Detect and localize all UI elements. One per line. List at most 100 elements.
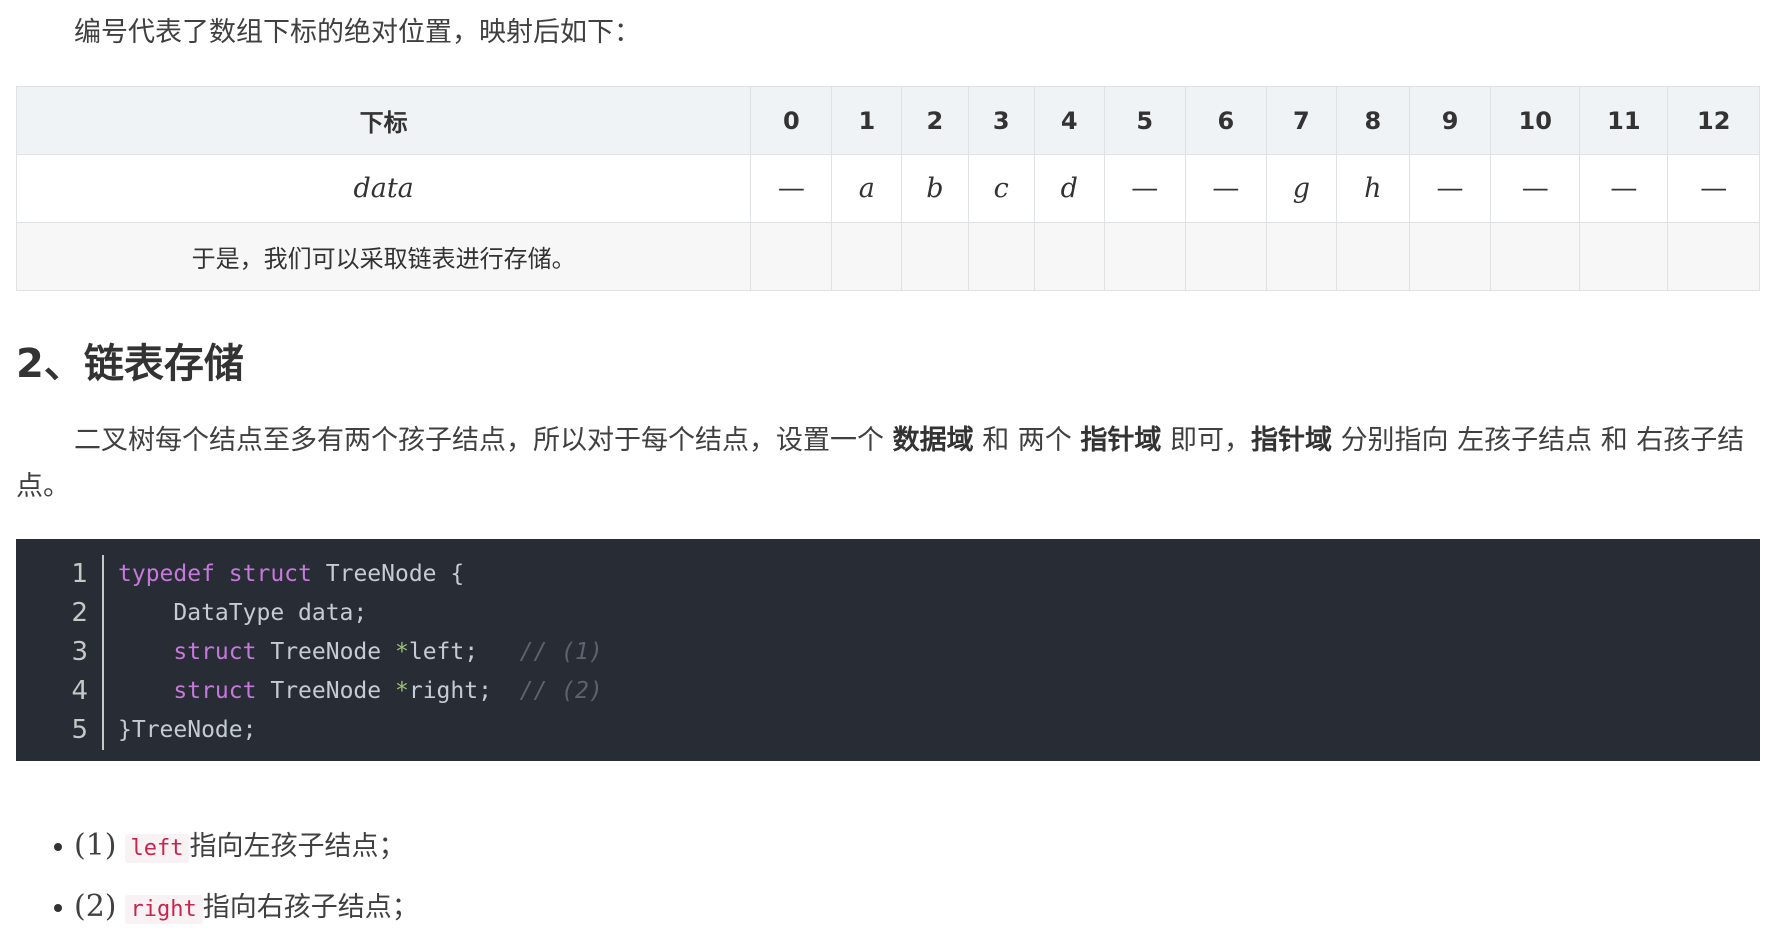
empty-cell bbox=[967, 222, 1035, 291]
code-identifier: TreeNode { bbox=[325, 561, 465, 587]
data-cell: b bbox=[901, 154, 969, 223]
code-text: }TreeNode; bbox=[118, 717, 257, 743]
empty-cell bbox=[1266, 222, 1337, 291]
data-cell: c bbox=[967, 154, 1035, 223]
code-text: struct TreeNode *right; // (2) bbox=[104, 672, 603, 711]
code-block: 1 typedef struct TreeNode { 2 DataType d… bbox=[16, 539, 1760, 761]
table-header-row: 下标 0 1 2 3 4 5 6 7 8 9 10 11 12 bbox=[15, 86, 1760, 155]
empty-cell bbox=[750, 222, 833, 291]
data-value: — bbox=[1521, 173, 1549, 204]
code-comment: // (2) bbox=[519, 678, 603, 704]
empty-cell bbox=[1103, 222, 1186, 291]
line-number: 2 bbox=[16, 594, 104, 633]
empty-cell bbox=[901, 222, 969, 291]
note-cell: 于是，我们可以采取链表进行存储。 bbox=[15, 222, 752, 291]
data-cell: — bbox=[1408, 154, 1492, 223]
data-value: — bbox=[1700, 173, 1728, 204]
paragraph-text: 和 两个 bbox=[982, 425, 1072, 456]
code-comment: // (1) bbox=[519, 639, 603, 665]
index-mapping-table: 下标 0 1 2 3 4 5 6 7 8 9 10 11 12 data — a bbox=[15, 86, 1760, 291]
empty-cell bbox=[831, 222, 903, 291]
line-number: 5 bbox=[16, 711, 104, 750]
item-text: 指向右孩子结点； bbox=[202, 892, 419, 923]
data-value: d bbox=[1060, 173, 1078, 204]
item-number: (1) bbox=[74, 828, 117, 863]
code-line: 1 typedef struct TreeNode { bbox=[16, 555, 1760, 594]
data-cell: d bbox=[1033, 154, 1105, 223]
data-cell: g bbox=[1266, 154, 1337, 223]
item-number: (2) bbox=[74, 889, 117, 924]
data-value: — bbox=[777, 173, 805, 204]
code-line: 2 DataType data; bbox=[16, 594, 1760, 633]
section-heading: 2、链表存储 bbox=[16, 341, 244, 387]
data-value: h bbox=[1364, 173, 1382, 204]
line-number: 3 bbox=[16, 633, 104, 672]
data-value: a bbox=[858, 173, 875, 204]
data-label-cell: data bbox=[15, 154, 752, 223]
empty-cell bbox=[1667, 222, 1760, 291]
code-text: DataType data; bbox=[118, 600, 368, 626]
index-cell: 10 bbox=[1490, 86, 1581, 155]
data-cell: — bbox=[750, 154, 833, 223]
table-note: 于是，我们可以采取链表进行存储。 bbox=[191, 245, 576, 273]
bold-term: 指针域 bbox=[1250, 425, 1332, 456]
empty-cell bbox=[1335, 222, 1410, 291]
paragraph-text: 即可， bbox=[1169, 425, 1251, 456]
data-cell: — bbox=[1490, 154, 1581, 223]
data-value: g bbox=[1292, 173, 1311, 204]
data-cell: h bbox=[1335, 154, 1410, 223]
index-cell: 4 bbox=[1033, 86, 1105, 155]
code-line: 5 }TreeNode; bbox=[16, 711, 1760, 750]
empty-cell bbox=[1579, 222, 1669, 291]
data-value: — bbox=[1131, 173, 1159, 204]
code-identifier: left; bbox=[408, 639, 479, 665]
item-text: 指向左孩子结点； bbox=[189, 831, 406, 862]
line-number: 1 bbox=[16, 555, 104, 594]
code-line: 4 struct TreeNode *right; // (2) bbox=[16, 672, 1760, 711]
data-cell: — bbox=[1667, 154, 1760, 223]
code-keyword: struct bbox=[173, 678, 257, 704]
header-label: 下标 bbox=[15, 86, 752, 155]
data-cell: — bbox=[1103, 154, 1186, 223]
code-keyword: struct bbox=[228, 561, 312, 587]
index-cell: 3 bbox=[967, 86, 1035, 155]
intro-paragraph: 编号代表了数组下标的绝对位置，映射后如下： bbox=[74, 17, 641, 48]
data-value: — bbox=[1610, 173, 1638, 204]
data-value: — bbox=[1212, 173, 1240, 204]
data-cell: — bbox=[1579, 154, 1669, 223]
index-cell: 6 bbox=[1184, 86, 1268, 155]
index-cell: 2 bbox=[901, 86, 969, 155]
code-text: struct TreeNode *left; // (1) bbox=[104, 633, 603, 672]
index-cell: 7 bbox=[1266, 86, 1337, 155]
bold-term: 指针域 bbox=[1080, 425, 1162, 456]
index-cell: 8 bbox=[1335, 86, 1410, 155]
code-type: TreeNode bbox=[270, 639, 382, 665]
data-value: c bbox=[993, 173, 1009, 204]
data-value: b bbox=[926, 173, 944, 204]
code-pointer: * bbox=[394, 639, 409, 665]
empty-cell bbox=[1408, 222, 1492, 291]
code-identifier: right; bbox=[408, 678, 492, 704]
data-value: — bbox=[1436, 173, 1464, 204]
data-label: data bbox=[353, 173, 414, 204]
line-number: 4 bbox=[16, 672, 104, 711]
inline-code: left bbox=[124, 834, 190, 863]
data-cell: — bbox=[1184, 154, 1268, 223]
paragraph-text: 二叉树每个结点至多有两个孩子结点，所以对于每个结点，设置一个 bbox=[74, 425, 884, 456]
bold-term: 数据域 bbox=[892, 425, 974, 456]
code-type: TreeNode bbox=[270, 678, 382, 704]
code-keyword: struct bbox=[173, 639, 257, 665]
data-cell: a bbox=[831, 154, 903, 223]
body-paragraph: 二叉树每个结点至多有两个孩子结点，所以对于每个结点，设置一个 数据域 和 两个 … bbox=[16, 418, 1760, 510]
index-cell: 9 bbox=[1408, 86, 1492, 155]
code-keyword: typedef bbox=[118, 561, 215, 587]
empty-cell bbox=[1184, 222, 1268, 291]
index-cell: 11 bbox=[1579, 86, 1669, 155]
index-cell: 12 bbox=[1667, 86, 1760, 155]
table-row: data — a b c d — — g h — — — — bbox=[15, 154, 1760, 223]
empty-cell bbox=[1490, 222, 1581, 291]
bullet-list: (1) left 指向左孩子结点； (2) right 指向右孩子结点； bbox=[16, 815, 419, 937]
inline-code: right bbox=[124, 895, 203, 924]
index-cell: 0 bbox=[750, 86, 833, 155]
index-cell: 1 bbox=[831, 86, 903, 155]
